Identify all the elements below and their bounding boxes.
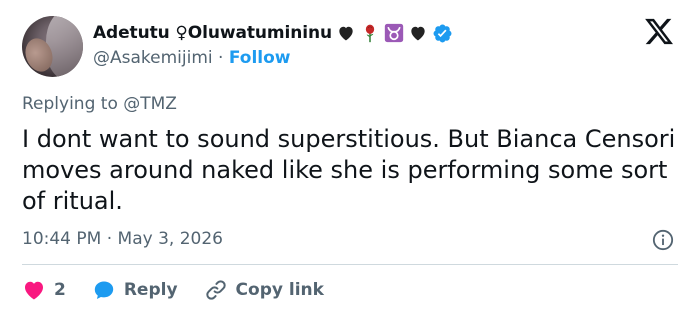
replying-to-line: Replying to @TMZ (22, 94, 177, 114)
taurus-icon (384, 23, 404, 43)
replying-prefix: Replying to (22, 94, 118, 114)
avatar[interactable] (22, 16, 83, 77)
copy-link-button[interactable]: Copy link (204, 278, 324, 302)
copy-link-label: Copy link (235, 280, 324, 300)
tweet-timestamp[interactable]: 10:44 PM · May 3, 2026 (22, 229, 223, 249)
author-name-row: Adetutu ♀Oluwatumininu (93, 21, 453, 45)
handle-separator: · (218, 48, 224, 68)
author-display-name[interactable]: Adetutu ♀Oluwatumininu (93, 23, 332, 43)
info-icon[interactable] (652, 229, 674, 251)
heart-icon (25, 281, 43, 300)
black-heart-icon (408, 23, 428, 43)
like-button[interactable]: 2 (22, 278, 66, 302)
tweet-text: I dont want to sound superstitious. But … (22, 125, 676, 215)
verified-badge-icon (432, 23, 453, 44)
divider (22, 264, 678, 265)
x-logo-icon[interactable] (642, 16, 676, 47)
black-heart-icon (336, 23, 356, 43)
like-count: 2 (54, 280, 66, 300)
author-handle[interactable]: @Asakemijimi (93, 48, 213, 68)
follow-button[interactable]: Follow (229, 48, 291, 68)
action-bar: 2 Reply Copy link (22, 277, 350, 303)
reply-label: Reply (123, 280, 178, 300)
replying-to-mention[interactable]: @TMZ (123, 94, 177, 114)
reply-bubble-icon (94, 281, 114, 299)
link-icon (205, 280, 226, 300)
reply-button[interactable]: Reply (92, 278, 178, 302)
author-handle-row: @Asakemijimi · Follow (93, 48, 291, 68)
avatar-hair (46, 16, 83, 77)
rose-icon (360, 23, 380, 43)
